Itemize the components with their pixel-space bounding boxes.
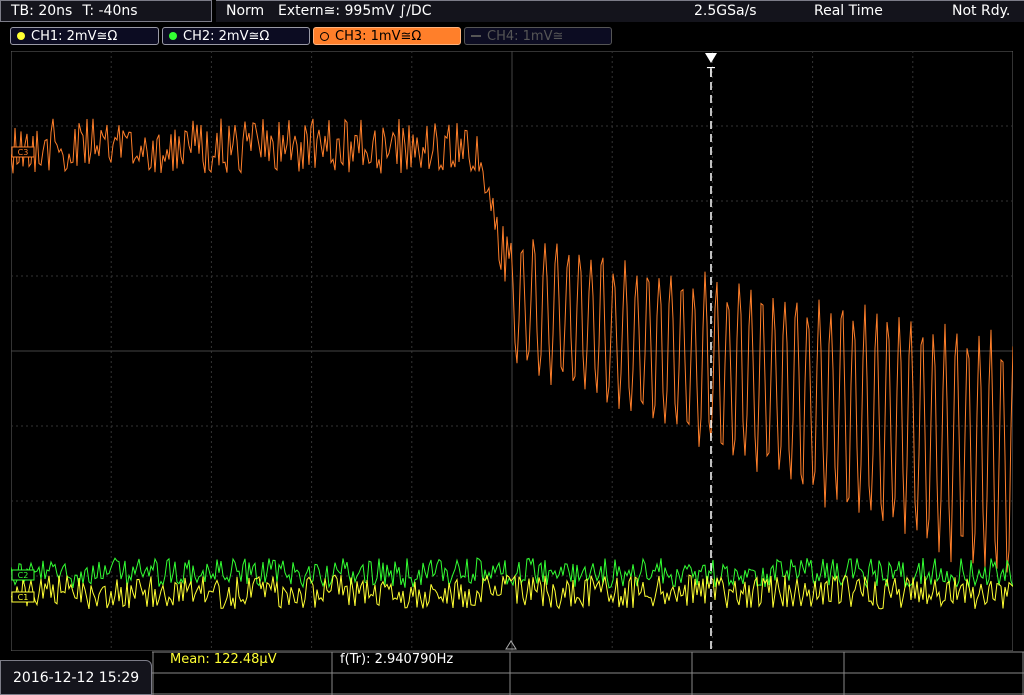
channel-2-label: CH2: 2mV≅Ω [183,28,270,44]
measurement-frequency[interactable]: f(Tr): 2.940790Hz [340,652,453,667]
measurement-grid [152,651,1024,695]
top-status-bar: TB: 20ns T: -40ns Norm Extern≅: 995mV ∫/… [0,0,1024,24]
status-label: Not Rdy. [952,3,1011,19]
channel-3-button[interactable]: CH3: 1mV≅Ω [313,27,461,45]
channel-4-dash-icon [471,35,481,37]
channel-1-button[interactable]: CH1: 2mV≅Ω [10,27,159,45]
trigger-panel[interactable]: Norm Extern≅: 995mV ∫/DC 2.5GSa/s Real T… [216,0,1024,22]
waveform-display[interactable]: T C3 C2 C1 [11,51,1013,651]
sample-rate-label: 2.5GSa/s [694,3,757,19]
trigger-mode-label: Norm [226,3,265,19]
channel-2-ref-label: C2 [18,571,29,580]
measurement-mean[interactable]: Mean: 122.48µV [170,652,277,667]
trigger-marker-label: T [706,66,715,81]
timebase-label: TB: 20ns [11,3,73,19]
channel-3-label: CH3: 1mV≅Ω [335,28,422,44]
channel-2-dot-icon [169,32,177,40]
channel-4-label: CH4: 1mV≅ [487,28,564,44]
channel-2-button[interactable]: CH2: 2mV≅Ω [162,27,310,45]
channel-button-row: CH1: 2mV≅Ω CH2: 2mV≅Ω CH3: 1mV≅Ω CH4: 1m… [0,25,1024,47]
channel-3-ref-marker[interactable]: C3 [11,146,35,158]
channel-1-ref-label: C1 [18,593,29,602]
channel-1-dot-icon [17,32,25,40]
acquisition-mode-label: Real Time [814,3,883,19]
channel-1-ref-marker[interactable]: C1 [11,591,35,603]
timebase-panel[interactable]: TB: 20ns T: -40ns [0,0,212,22]
channel-1-label: CH1: 2mV≅Ω [31,28,118,44]
trigger-time-label: T: -40ns [82,3,138,19]
trigger-source-label: Extern≅: 995mV ∫/DC [278,3,432,19]
datetime-panel: 2016-12-12 15:29 [0,660,152,695]
channel-3-dot-icon [320,31,329,41]
channel-2-ref-marker[interactable]: C2 [11,569,35,581]
datetime-label: 2016-12-12 15:29 [13,669,140,686]
channel-4-button[interactable]: CH4: 1mV≅ [464,27,612,45]
channel-3-ref-label: C3 [18,148,29,157]
